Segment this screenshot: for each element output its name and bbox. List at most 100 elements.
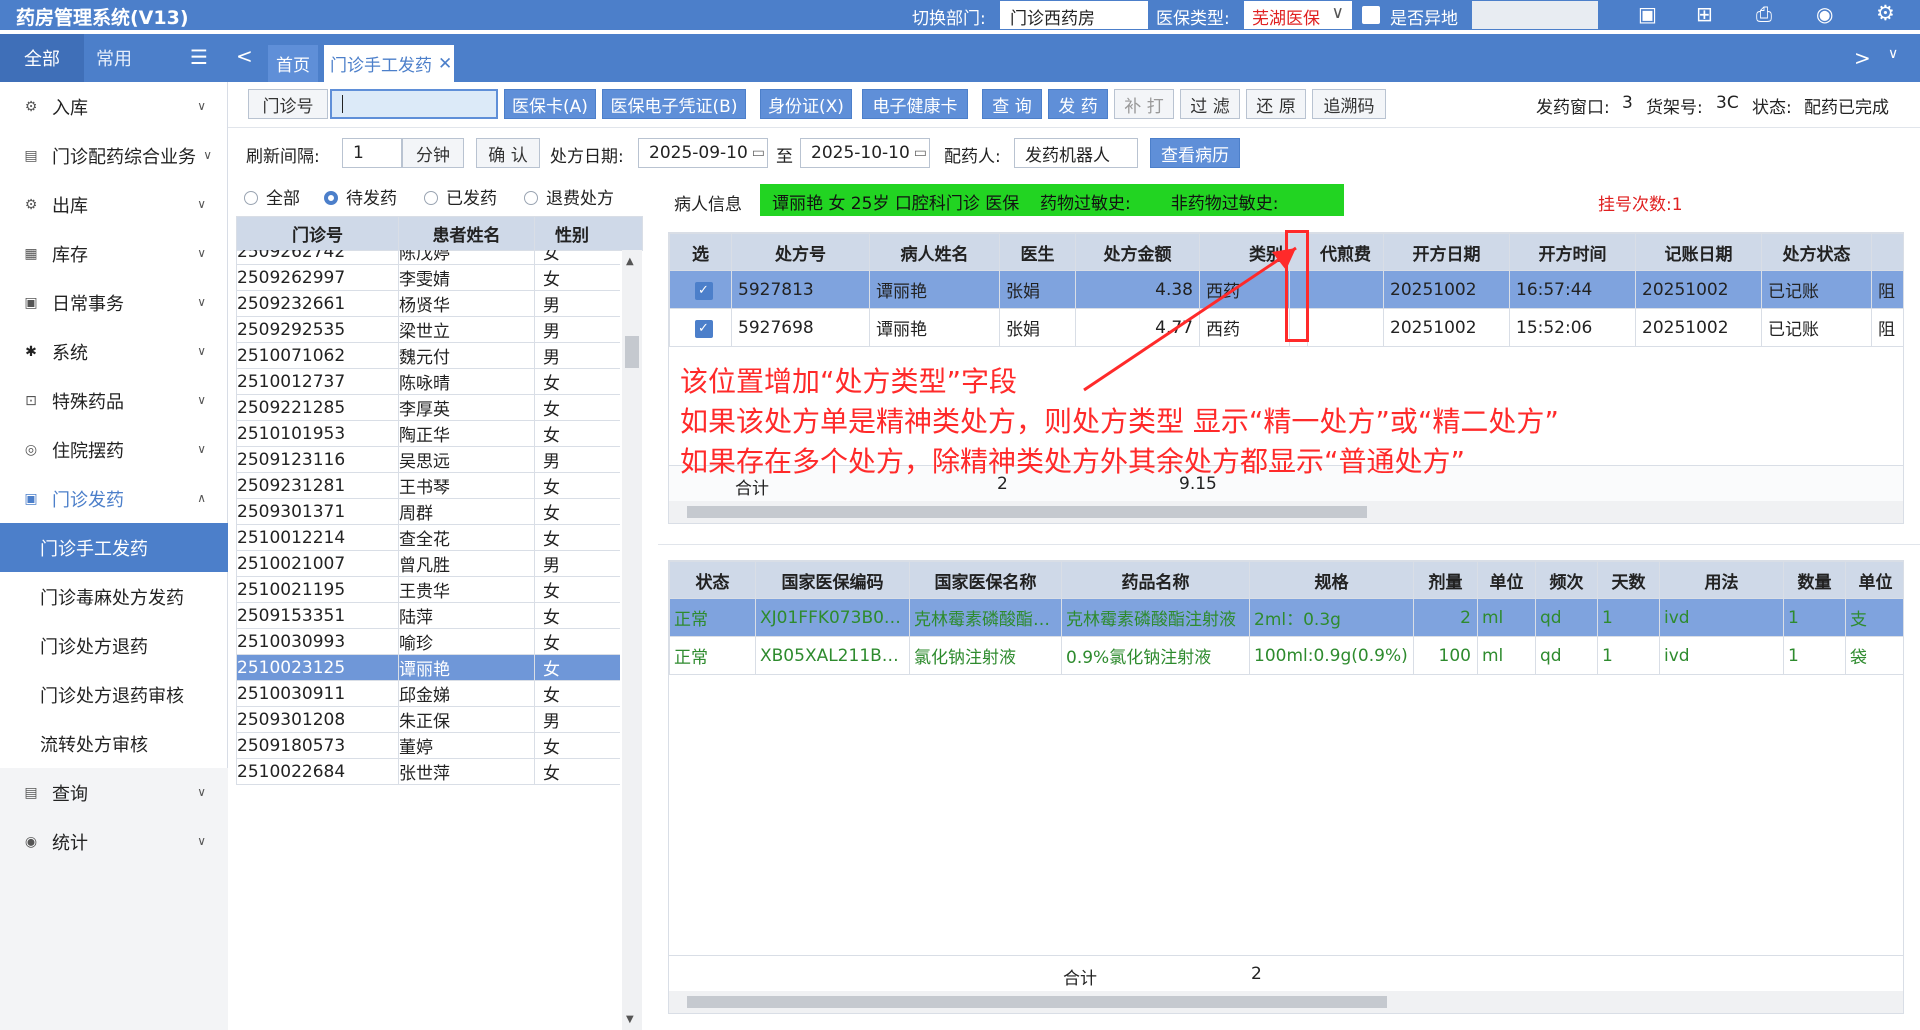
table-row[interactable]: 2509123116 吴思远男 bbox=[236, 446, 620, 473]
table-row[interactable]: 2510012214 查全花女 bbox=[236, 524, 620, 551]
table-row[interactable]: 2509262997 李雯婧女 bbox=[236, 264, 620, 291]
table-row[interactable]: 2509221285 李厚英女 bbox=[236, 394, 620, 421]
sidebar-subitem-transfer-review[interactable]: 流转处方审核 bbox=[0, 719, 228, 768]
dispenser-select[interactable]: 发药机器人 bbox=[1014, 138, 1138, 168]
menu-toggle-icon[interactable]: ☰ bbox=[190, 45, 208, 69]
screen-icon[interactable]: ▣ bbox=[1638, 2, 1657, 26]
sidebar-item-outbound[interactable]: ⚙ 出库 ∨ bbox=[0, 180, 228, 229]
table-row[interactable]: 2509180573 董婷女 bbox=[236, 732, 620, 759]
table-row[interactable]: 2510101953 陶正华女 bbox=[236, 420, 620, 447]
drug-hscroll[interactable] bbox=[669, 991, 1903, 1013]
trace-code-button[interactable]: 追溯码 bbox=[1312, 89, 1386, 119]
eye-icon[interactable]: ◉ bbox=[1816, 2, 1833, 26]
col-dose[interactable]: 剂量 bbox=[1413, 561, 1478, 599]
scroll-down-icon[interactable]: ▼ bbox=[626, 1014, 634, 1025]
filter-all[interactable]: 全部 bbox=[244, 184, 300, 209]
tab-home[interactable]: 首页 bbox=[268, 45, 318, 82]
sidebar-item-clinic-pharmacy[interactable]: ▣ 门诊发药 ∧ bbox=[0, 474, 228, 523]
sidebar-item-stats[interactable]: ◉ 统计 ∨ bbox=[0, 817, 228, 866]
restore-button[interactable]: 还 原 bbox=[1246, 89, 1306, 119]
table-row[interactable]: 2509231281 王书琴女 bbox=[236, 472, 620, 499]
table-row[interactable]: 2509301208 朱正保男 bbox=[236, 706, 620, 733]
table-row[interactable]: 2509262742 陈戊婷女 bbox=[236, 250, 620, 265]
select-cell[interactable]: ✓ bbox=[669, 308, 732, 347]
table-row[interactable]: 2509301371 周群女 bbox=[236, 498, 620, 525]
nav-back-icon[interactable]: < bbox=[236, 44, 253, 68]
drug-hscroll-thumb[interactable] bbox=[687, 996, 1387, 1008]
table-row[interactable]: 2510021195 王贵华女 bbox=[236, 576, 620, 603]
health-card-button[interactable]: 电子健康卡 bbox=[862, 89, 968, 119]
col-select[interactable]: 选 bbox=[669, 233, 732, 271]
query-button[interactable]: 查 询 bbox=[982, 89, 1042, 119]
col-clinic-no[interactable]: 门诊号 bbox=[236, 216, 399, 251]
col-spec[interactable]: 规格 bbox=[1249, 561, 1414, 599]
col-rx-date[interactable]: 开方日期 bbox=[1383, 233, 1510, 271]
col-rx-status[interactable]: 处方状态 bbox=[1761, 233, 1872, 271]
panel-divider[interactable] bbox=[658, 544, 1920, 550]
sidebar-subitem-return[interactable]: 门诊处方退药 bbox=[0, 621, 228, 670]
col-dose-unit[interactable]: 单位 bbox=[1477, 561, 1536, 599]
table-row[interactable]: 正常 XB05XAL211B… 氯化钠注射液 0.9%氯化钠注射液 100ml:0.9g… bbox=[669, 636, 1903, 675]
dispense-button[interactable]: 发 药 bbox=[1048, 89, 1108, 119]
col-frequency[interactable]: 频次 bbox=[1535, 561, 1598, 599]
filter-refunded[interactable]: 退费处方 bbox=[524, 184, 614, 209]
view-history-button[interactable]: 查看病历 bbox=[1150, 138, 1240, 168]
dept-select[interactable]: 门诊西药房 bbox=[1000, 1, 1148, 29]
qrcode-icon[interactable]: ⊞ bbox=[1696, 2, 1713, 26]
refresh-input[interactable]: 1 bbox=[342, 138, 402, 168]
remote-input[interactable] bbox=[1472, 1, 1598, 29]
col-drug-name[interactable]: 药品名称 bbox=[1061, 561, 1250, 599]
col-drug-status[interactable]: 状态 bbox=[669, 561, 756, 599]
table-row[interactable]: 2510021007 曾凡胜男 bbox=[236, 550, 620, 577]
patient-list-scrollbar[interactable]: ▲ ▼ bbox=[622, 250, 642, 1030]
sidebar-item-daily[interactable]: ▣ 日常事务 ∨ bbox=[0, 278, 228, 327]
col-qty-unit[interactable]: 单位 bbox=[1845, 561, 1903, 599]
col-rx-time[interactable]: 开方时间 bbox=[1509, 233, 1636, 271]
scroll-up-icon[interactable]: ▲ bbox=[626, 256, 634, 267]
print-icon[interactable]: ⎙ bbox=[1756, 2, 1772, 26]
sidebar-subitem-manual[interactable]: 门诊手工发药 bbox=[0, 523, 228, 572]
col-qty[interactable]: 数量 bbox=[1783, 561, 1846, 599]
table-row[interactable]: 2509292535 梁世立男 bbox=[236, 316, 620, 343]
col-insurance-name[interactable]: 国家医保名称 bbox=[909, 561, 1062, 599]
col-acct-date[interactable]: 记账日期 bbox=[1635, 233, 1762, 271]
col-days[interactable]: 天数 bbox=[1597, 561, 1660, 599]
table-row[interactable]: 2510030911 邱金娣女 bbox=[236, 680, 620, 707]
col-patient-name[interactable]: 患者姓名 bbox=[398, 216, 535, 251]
table-row[interactable]: 2510023125 谭丽艳女 bbox=[236, 654, 620, 681]
rx-hscroll-thumb[interactable] bbox=[687, 506, 1367, 518]
col-extra[interactable] bbox=[1871, 233, 1903, 271]
tab-common[interactable]: 常用 bbox=[96, 34, 176, 82]
filter-pending[interactable]: 待发药 bbox=[324, 184, 397, 209]
date-to-input[interactable]: 2025-10-10 ▭ bbox=[800, 138, 930, 168]
e-voucher-button[interactable]: 医保电子凭证(B) bbox=[602, 89, 746, 119]
rx-hscroll[interactable] bbox=[669, 501, 1903, 523]
table-row[interactable]: 2509153351 陆萍女 bbox=[236, 602, 620, 629]
sidebar-subitem-return-review[interactable]: 门诊处方退药审核 bbox=[0, 670, 228, 719]
scroll-thumb[interactable] bbox=[625, 336, 639, 368]
col-usage[interactable]: 用法 bbox=[1659, 561, 1784, 599]
remote-checkbox[interactable] bbox=[1362, 6, 1380, 24]
table-row[interactable]: 2510012737 陈咏晴女 bbox=[236, 368, 620, 395]
close-icon[interactable]: ✕ bbox=[438, 54, 452, 74]
col-gender[interactable]: 性别 bbox=[534, 216, 643, 251]
insurance-card-button[interactable]: 医保卡(A) bbox=[504, 89, 596, 119]
col-rx-id[interactable]: 处方号 bbox=[731, 233, 870, 271]
col-insurance-code[interactable]: 国家医保编码 bbox=[755, 561, 910, 599]
sidebar-item-inbound[interactable]: ⚙ 入库 ∨ bbox=[0, 82, 228, 131]
table-row[interactable]: 2509232661 杨贤华男 bbox=[236, 290, 620, 317]
sidebar-item-special-drugs[interactable]: ⊡ 特殊药品 ∨ bbox=[0, 376, 228, 425]
insurance-select[interactable]: 芜湖医保 ∨ bbox=[1244, 1, 1352, 29]
table-row[interactable]: 正常 XJ01FFK073B0… 克林霉素磷酸酯… 克林霉素磷酸酯注射液 2ml：0.3… bbox=[669, 598, 1903, 637]
date-from-input[interactable]: 2025-09-10 ▭ bbox=[638, 138, 768, 168]
table-row[interactable]: 2510030993 喻珍女 bbox=[236, 628, 620, 655]
sidebar-item-inpatient[interactable]: ◎ 住院摆药 ∨ bbox=[0, 425, 228, 474]
checkbox-checked-icon[interactable]: ✓ bbox=[694, 282, 713, 300]
confirm-button[interactable]: 确 认 bbox=[476, 138, 540, 168]
reprint-button[interactable]: 补 打 bbox=[1114, 89, 1174, 119]
sidebar-item-query[interactable]: ▤ 查询 ∨ bbox=[0, 768, 228, 817]
table-row[interactable]: 2510022684 张世萍女 bbox=[236, 758, 620, 785]
select-cell[interactable]: ✓ bbox=[669, 270, 732, 309]
tab-active[interactable]: 门诊手工发药 ✕ bbox=[324, 45, 454, 82]
nav-forward-icon[interactable]: > bbox=[1854, 46, 1871, 70]
